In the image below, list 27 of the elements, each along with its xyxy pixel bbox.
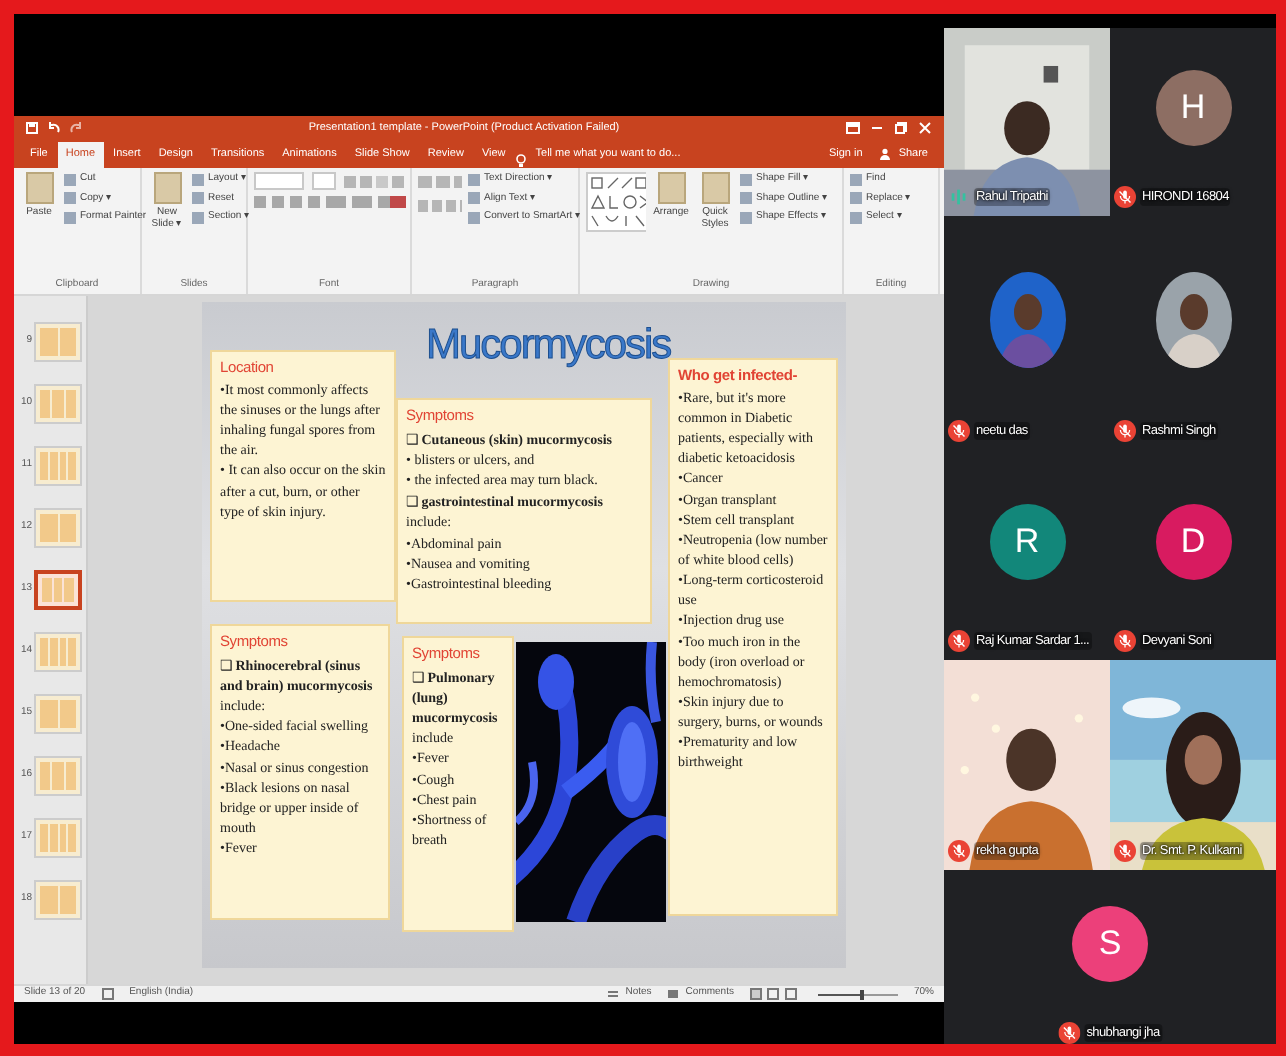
close-icon[interactable] — [918, 122, 932, 134]
slide-title: Mucormycosis — [426, 320, 671, 372]
mic-off-icon[interactable] — [1058, 1022, 1081, 1044]
minimize-icon[interactable] — [870, 122, 884, 134]
mic-off-icon[interactable] — [1114, 420, 1136, 442]
notes-icon — [607, 989, 618, 999]
font-name-field[interactable] — [254, 172, 305, 190]
undo-icon[interactable] — [48, 122, 60, 134]
shapes-gallery-drawing[interactable] — [586, 172, 646, 232]
redo-icon[interactable] — [70, 122, 82, 134]
person-icon — [880, 147, 891, 160]
avatar: R — [989, 503, 1065, 579]
ribbon-options-icon[interactable] — [846, 122, 860, 134]
view-buttons-drawing[interactable] — [749, 988, 802, 1000]
comment-icon — [667, 989, 678, 999]
save-icon[interactable] — [26, 122, 38, 134]
avatar: H — [1155, 70, 1231, 146]
font-format-buttons-drawing[interactable] — [254, 194, 406, 210]
mic-off-icon[interactable] — [1114, 630, 1136, 652]
mic-off-icon[interactable] — [1114, 186, 1136, 208]
avatar: D — [1155, 503, 1231, 579]
avatar: S — [1072, 905, 1148, 981]
slide-thumbnail[interactable] — [34, 570, 82, 610]
mic-off-icon[interactable] — [948, 630, 970, 652]
font-size-field[interactable] — [312, 172, 336, 190]
mic-off-icon[interactable] — [948, 420, 970, 442]
restore-icon[interactable] — [894, 122, 908, 134]
